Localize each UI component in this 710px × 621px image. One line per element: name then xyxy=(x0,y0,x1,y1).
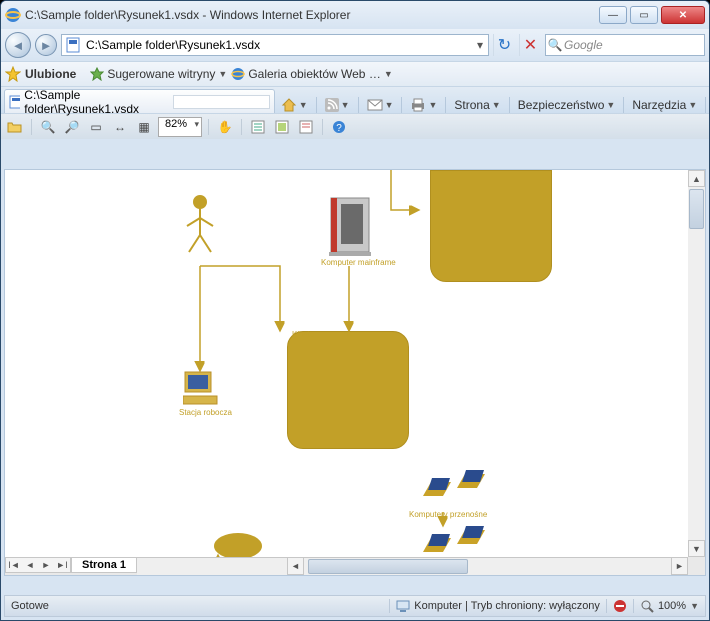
connector-1 xyxy=(391,170,418,210)
connector-2 xyxy=(200,266,280,330)
tools-menu[interactable]: Narzędzia▼ xyxy=(630,98,699,112)
forward-button[interactable]: ► xyxy=(35,34,57,56)
stop-button[interactable]: ✕ xyxy=(519,34,541,56)
scroll-thumb-h[interactable] xyxy=(308,559,468,574)
back-button[interactable]: ◄ xyxy=(5,32,31,58)
window-title: C:\Sample folder\Rysunek1.vsdx - Windows… xyxy=(25,8,599,22)
maximize-button[interactable]: ▭ xyxy=(630,6,658,24)
workstation-icon xyxy=(183,370,219,406)
search-placeholder: Google xyxy=(564,38,603,52)
markup-icon xyxy=(299,120,313,134)
visio-doc-icon xyxy=(65,37,81,53)
ie-small-icon xyxy=(231,67,245,81)
markup-button[interactable] xyxy=(296,117,316,137)
shape-actor xyxy=(187,196,213,252)
layers-icon xyxy=(275,120,289,134)
tab-title: C:\Sample folder\Rysunek1.vsdx xyxy=(24,88,164,116)
scroll-thumb-v[interactable] xyxy=(689,189,704,229)
zoom-page-button[interactable]: ▦ xyxy=(134,117,154,137)
shape-ellipse xyxy=(214,533,262,559)
label-mainframe: Komputer mainframe xyxy=(321,258,396,267)
hand-tool-button[interactable]: ✋ xyxy=(215,117,235,137)
label-cluster: Klaster xyxy=(292,330,317,339)
diagram-canvas: Komputer mainframe Klaster Stacja robocz… xyxy=(5,170,705,575)
computer-zone-icon xyxy=(396,599,410,613)
home-button[interactable]: ▼ xyxy=(279,97,310,113)
shape-mainframe[interactable] xyxy=(325,194,375,258)
status-zone-text: Komputer | Tryb chroniony: wyłączony xyxy=(414,600,600,612)
address-text: C:\Sample folder\Rysunek1.vsdx xyxy=(84,38,472,52)
search-icon: 🔍 xyxy=(546,38,564,52)
zoom-out-button[interactable]: 🔎 xyxy=(62,117,82,137)
svg-text:?: ? xyxy=(336,123,342,134)
suggested-icon xyxy=(90,67,104,81)
horizontal-scrollbar[interactable]: I◄ ◄ ► ►I Strona 1 ◄ ► xyxy=(5,557,705,575)
scroll-left-button[interactable]: ◄ xyxy=(287,557,304,575)
page-tab[interactable]: Strona 1 xyxy=(71,557,137,573)
address-dropdown[interactable]: ▾ xyxy=(472,38,488,52)
suggested-sites-link[interactable]: Sugerowane witryny▼ xyxy=(90,67,227,81)
properties-button[interactable] xyxy=(248,117,268,137)
last-page-button[interactable]: ►I xyxy=(54,560,70,570)
laptop-group-icon-1 xyxy=(423,470,493,508)
tab-doc-icon xyxy=(9,95,20,109)
favorites-button[interactable]: Ulubione xyxy=(25,67,76,81)
feeds-button[interactable]: ▼ xyxy=(323,98,352,112)
print-button[interactable]: ▼ xyxy=(408,98,439,112)
scroll-up-button[interactable]: ▲ xyxy=(688,170,705,187)
zoom-combobox[interactable]: 82% xyxy=(158,117,202,137)
status-bar: Gotowe Komputer | Tryb chroniony: wyłącz… xyxy=(4,595,706,617)
web-gallery-link[interactable]: Galeria obiektów Web …▼ xyxy=(231,67,392,81)
layers-button[interactable] xyxy=(272,117,292,137)
page-navigator[interactable]: I◄ ◄ ► ►I xyxy=(5,557,71,573)
label-workstation: Stacja robocza xyxy=(179,408,232,417)
label-laptops-1: Komputery przenośne xyxy=(409,510,487,519)
home-icon xyxy=(281,97,297,113)
print-icon xyxy=(410,98,426,112)
next-page-button[interactable]: ► xyxy=(38,560,54,570)
shape-laptops-1[interactable] xyxy=(423,470,493,508)
folder-open-icon xyxy=(7,120,23,134)
safety-menu[interactable]: Bezpieczeństwo▼ xyxy=(516,98,618,112)
zoom-width-button[interactable]: ↔ xyxy=(110,117,130,137)
favorites-star-icon[interactable] xyxy=(5,66,21,82)
scroll-right-button[interactable]: ► xyxy=(671,557,688,575)
shape-workstation[interactable] xyxy=(183,370,219,406)
browser-tab[interactable]: C:\Sample folder\Rysunek1.vsdx xyxy=(4,89,275,113)
tab-blank-area xyxy=(173,95,270,109)
mail-icon xyxy=(367,98,383,112)
page-menu[interactable]: Strona▼ xyxy=(452,98,502,112)
mainframe-icon xyxy=(325,194,375,258)
status-left: Gotowe xyxy=(5,600,55,612)
diagram-viewer[interactable]: Komputer mainframe Klaster Stacja robocz… xyxy=(4,169,706,576)
status-zoom[interactable]: 100% ▼ xyxy=(634,599,705,613)
search-box[interactable]: 🔍 Google xyxy=(545,34,705,56)
first-page-button[interactable]: I◄ xyxy=(6,560,22,570)
ie-icon xyxy=(5,7,21,23)
minimize-button[interactable]: — xyxy=(599,6,627,24)
mail-button[interactable]: ▼ xyxy=(365,98,396,112)
properties-icon xyxy=(251,120,265,134)
address-bar[interactable]: C:\Sample folder\Rysunek1.vsdx ▾ xyxy=(61,34,489,56)
popup-blocked-icon xyxy=(613,599,627,613)
zoom-in-button[interactable]: 🔍 xyxy=(38,117,58,137)
vertical-scrollbar[interactable]: ▲ ▼ xyxy=(688,170,705,557)
help-tool-button[interactable]: ? xyxy=(329,117,349,137)
close-button[interactable]: ✕ xyxy=(661,6,705,24)
help-round-icon: ? xyxy=(332,120,346,134)
zoom-icon xyxy=(640,599,654,613)
scroll-down-button[interactable]: ▼ xyxy=(688,540,705,557)
refresh-button[interactable]: ↻ xyxy=(493,34,515,56)
prev-page-button[interactable]: ◄ xyxy=(22,560,38,570)
open-button[interactable] xyxy=(5,117,25,137)
status-popup-blocker[interactable] xyxy=(607,599,633,613)
zoom-fit-button[interactable]: ▭ xyxy=(86,117,106,137)
feed-icon xyxy=(325,98,339,112)
